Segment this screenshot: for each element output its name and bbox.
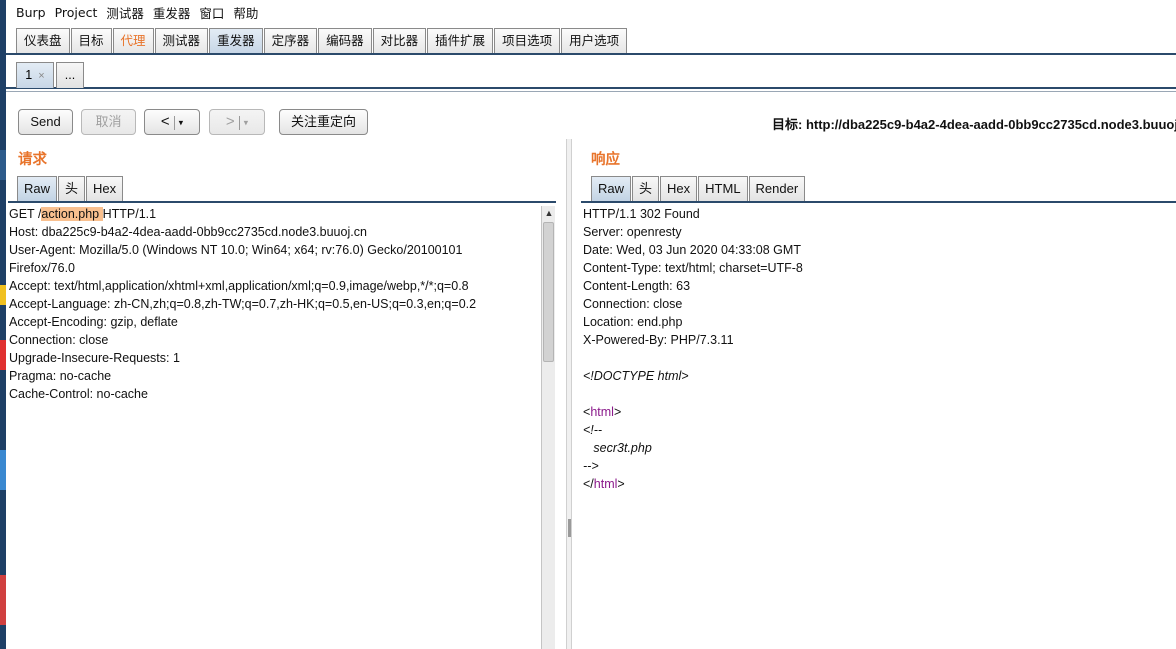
html-open-line: <html>	[583, 405, 622, 419]
response-line: Location: end.php	[583, 315, 683, 329]
response-tab-headers[interactable]: 头	[632, 176, 660, 201]
repeater-tab-label: 1	[25, 68, 33, 82]
response-tabs-underline	[581, 201, 1176, 203]
scroll-thumb[interactable]	[543, 222, 554, 362]
request-line: Accept-Language: zh-CN,zh;q=0.8,zh-TW;q=…	[9, 297, 477, 311]
request-header: 请求	[18, 152, 47, 168]
tab-intruder[interactable]: 测试器	[154, 28, 209, 53]
main-tabs-bar: 仪表盘 目标 代理 测试器 重发器 定序器 编码器 对比器 插件扩展 项目选项 …	[6, 25, 1176, 55]
menu-project[interactable]: Project	[55, 5, 98, 20]
tab-dashboard[interactable]: 仪表盘	[16, 28, 70, 53]
response-view-tabs: Raw 头 Hex HTML Render	[591, 176, 806, 201]
pane-splitter[interactable]	[566, 139, 572, 649]
request-line: Cache-Control: no-cache	[9, 387, 148, 401]
scroll-up-arrow-icon[interactable]: ▲	[542, 206, 556, 220]
chevron-right-icon: >	[225, 113, 235, 130]
comment-text-line: secr3t.php	[583, 441, 652, 455]
send-button[interactable]: Send	[18, 109, 73, 135]
request-tabs-underline	[8, 201, 556, 203]
response-tab-render[interactable]: Render	[748, 176, 806, 201]
tab-comparer[interactable]: 对比器	[372, 28, 427, 53]
chevron-down-icon: ▾	[178, 117, 184, 128]
forward-button[interactable]: > ▾	[209, 109, 265, 135]
tab-sequencer[interactable]: 定序器	[263, 28, 318, 53]
request-line: Host: dba225c9-b4a2-4dea-aadd-0bb9cc2735…	[9, 225, 367, 239]
splitter-grip-icon[interactable]	[568, 519, 571, 537]
tab-project-options[interactable]: 项目选项	[494, 28, 561, 53]
menu-repeater[interactable]: 重发器	[153, 3, 191, 22]
response-tab-html[interactable]: HTML	[698, 176, 748, 201]
request-scrollbar[interactable]: ▲	[541, 206, 555, 649]
menu-intruder[interactable]: 测试器	[106, 3, 144, 22]
tab-user-options[interactable]: 用户选项	[561, 28, 628, 53]
new-tab-button[interactable]: ...	[56, 62, 84, 88]
request-line: Accept-Encoding: gzip, deflate	[9, 315, 178, 329]
request-tab-hex[interactable]: Hex	[86, 176, 124, 201]
response-line: Content-Length: 63	[583, 279, 691, 293]
request-line: Firefox/76.0	[9, 261, 76, 275]
repeater-tab-1[interactable]: 1 ×	[16, 62, 54, 88]
comment-open-line: <!--	[583, 423, 603, 437]
response-line: X-Powered-By: PHP/7.3.11	[583, 333, 734, 347]
response-line: Connection: close	[583, 297, 683, 311]
request-line: Upgrade-Insecure-Requests: 1	[9, 351, 180, 365]
response-header: 响应	[591, 152, 620, 168]
request-line: Connection: close	[9, 333, 109, 347]
chevron-left-icon: <	[160, 113, 170, 130]
response-line: Server: openresty	[583, 225, 682, 239]
tab-decoder[interactable]: 编码器	[318, 28, 372, 53]
follow-redirect-button[interactable]: 关注重定向	[279, 109, 368, 135]
request-tab-headers[interactable]: 头	[58, 176, 86, 201]
response-line: Content-Type: text/html; charset=UTF-8	[583, 261, 803, 275]
close-icon[interactable]: ×	[38, 70, 44, 82]
request-line: Accept: text/html,application/xhtml+xml,…	[9, 279, 469, 293]
menu-bar: Burp Project 测试器 重发器 窗口 帮助	[6, 0, 1176, 25]
request-line-1: GET /action.php HTTP/1.1	[9, 207, 157, 221]
html-close-line: </html>	[583, 477, 625, 491]
tab-extender[interactable]: 插件扩展	[427, 28, 494, 53]
tab-repeater[interactable]: 重发器	[209, 28, 263, 53]
back-button[interactable]: < ▾	[144, 109, 200, 135]
doctype-line: <!DOCTYPE html>	[583, 369, 689, 383]
request-view-tabs: Raw 头 Hex	[17, 176, 124, 201]
menu-window[interactable]: 窗口	[199, 3, 224, 22]
repeater-tabs-bar: 1 × ...	[6, 57, 1176, 89]
response-line: HTTP/1.1 302 Found	[583, 207, 700, 221]
tab-proxy[interactable]: 代理	[112, 28, 154, 53]
repeater-toolbar: Send 取消 < ▾ > ▾ 关注重定向 目标: http://dba225c9-…	[6, 91, 1176, 139]
response-line: Date: Wed, 03 Jun 2020 04:33:08 GMT	[583, 243, 801, 257]
request-editor[interactable]: GET /action.php HTTP/1.1 Host: dba225c9-…	[9, 206, 539, 649]
desktop-edge	[0, 0, 6, 649]
request-line: Pragma: no-cache	[9, 369, 112, 383]
response-tab-hex[interactable]: Hex	[660, 176, 698, 201]
chevron-down-icon: ▾	[243, 117, 249, 128]
request-tab-raw[interactable]: Raw	[17, 176, 58, 201]
tab-target[interactable]: 目标	[70, 28, 112, 53]
menu-burp[interactable]: Burp	[16, 5, 46, 20]
response-editor[interactable]: HTTP/1.1 302 Found Server: openresty Dat…	[583, 206, 1173, 649]
response-tab-raw[interactable]: Raw	[591, 176, 632, 201]
comment-close-line: -->	[583, 459, 599, 473]
selected-text: action.php	[41, 207, 103, 221]
menu-help[interactable]: 帮助	[233, 3, 258, 22]
cancel-button[interactable]: 取消	[81, 109, 136, 135]
target-label[interactable]: 目标: http://dba225c9-b4a2-4dea-aadd-0bb9c…	[772, 114, 1176, 133]
request-line: User-Agent: Mozilla/5.0 (Windows NT 10.0…	[9, 243, 463, 257]
